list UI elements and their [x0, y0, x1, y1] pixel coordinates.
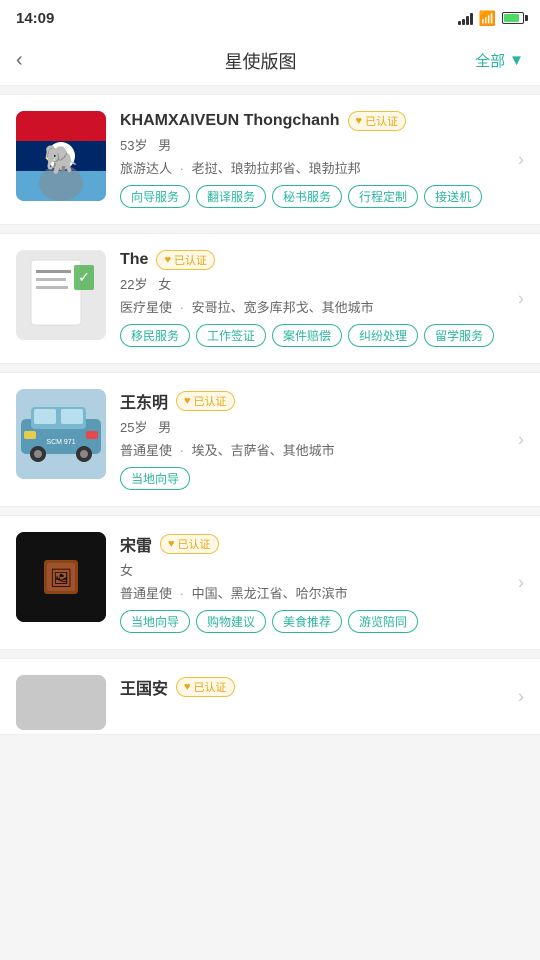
tag: 案件赔偿	[272, 324, 342, 347]
verified-label: 已认证	[178, 536, 211, 552]
name-row: The ♥ 已认证	[120, 250, 524, 270]
user-meta: 25岁 男	[120, 417, 524, 436]
heart-icon: ♥	[184, 681, 191, 693]
user-name: KHAMXAIVEUN Thongchanh	[120, 112, 340, 130]
avatar: SCM 971	[16, 389, 106, 479]
tag: 秘书服务	[272, 185, 342, 208]
card-arrow-icon: ›	[518, 288, 524, 309]
svg-text:✓: ✓	[78, 269, 90, 285]
tag: 纠纷处理	[348, 324, 418, 347]
verified-badge: ♥ 已认证	[160, 534, 219, 554]
tags-container: 向导服务 翻译服务 秘书服务 行程定制 接送机	[120, 185, 524, 208]
tag: 购物建议	[196, 610, 266, 633]
avatar: ✓	[16, 250, 106, 340]
filter-arrow-icon: ▼	[509, 52, 524, 69]
page-title: 星使版图	[225, 48, 297, 74]
name-row: 王东明 ♥ 已认证	[120, 389, 524, 413]
heart-icon: ♥	[168, 538, 175, 550]
list-item[interactable]: 🐘 KHAMXAIVEUN Thongchanh ♥ 已认证 53岁 男 旅游达…	[0, 94, 540, 225]
tag: 接送机	[424, 185, 482, 208]
back-button[interactable]: ‹	[16, 49, 46, 72]
tag: 行程定制	[348, 185, 418, 208]
wifi-icon: 📶	[479, 10, 496, 27]
card-content: 王东明 ♥ 已认证 25岁 男 普通星使 · 埃及、吉萨省、其他城市 当地向导	[120, 389, 524, 490]
user-meta: 女	[120, 560, 524, 579]
verified-badge: ♥ 已认证	[348, 111, 407, 131]
user-desc: 普通星使 · 中国、黑龙江省、哈尔滨市	[120, 583, 524, 602]
card-content: The ♥ 已认证 22岁 女 医疗星使 · 安哥拉、宽多库邦戈、其他城市 移民…	[120, 250, 524, 347]
user-name: 王国安	[120, 675, 168, 699]
heart-icon: ♥	[356, 115, 363, 127]
verified-badge: ♥ 已认证	[176, 391, 235, 411]
battery-icon	[502, 12, 524, 24]
name-row: KHAMXAIVEUN Thongchanh ♥ 已认证	[120, 111, 524, 131]
avatar: 🐘	[16, 111, 106, 201]
filter-all-button[interactable]: 全部 ▼	[475, 50, 524, 71]
verified-label: 已认证	[365, 113, 398, 129]
card-arrow-icon: ›	[518, 429, 524, 450]
list-item[interactable]: 🖼 宋雷 ♥ 已认证 女 普通星使 · 中国、黑龙江省、哈尔滨市 当地向导 购物…	[0, 515, 540, 650]
tags-container: 当地向导	[120, 467, 524, 490]
status-bar: 14:09 📶	[0, 0, 540, 36]
user-name: 王东明	[120, 389, 168, 413]
tag: 翻译服务	[196, 185, 266, 208]
name-row: 王国安 ♥ 已认证	[120, 675, 524, 699]
list-item[interactable]: ✓ The ♥ 已认证 22岁 女 医疗星使 · 安哥拉、宽多库邦戈、其他城市 …	[0, 233, 540, 364]
user-name: The	[120, 251, 148, 269]
tag: 向导服务	[120, 185, 190, 208]
tag: 移民服务	[120, 324, 190, 347]
svg-text:🐘: 🐘	[44, 144, 79, 175]
user-desc: 旅游达人 · 老挝、琅勃拉邦省、琅勃拉邦	[120, 158, 524, 177]
tag: 留学服务	[424, 324, 494, 347]
user-desc: 医疗星使 · 安哥拉、宽多库邦戈、其他城市	[120, 297, 524, 316]
verified-label: 已认证	[194, 679, 227, 695]
status-icons: 📶	[458, 10, 524, 27]
card-arrow-icon: ›	[518, 686, 524, 707]
tag: 工作签证	[196, 324, 266, 347]
card-arrow-icon: ›	[518, 572, 524, 593]
card-content: 王国安 ♥ 已认证	[120, 675, 524, 730]
name-row: 宋雷 ♥ 已认证	[120, 532, 524, 556]
tags-container: 移民服务 工作签证 案件赔偿 纠纷处理 留学服务	[120, 324, 524, 347]
avatar: 🖼	[16, 532, 106, 622]
user-meta: 53岁 男	[120, 135, 524, 154]
heart-icon: ♥	[184, 395, 191, 407]
tags-container: 当地向导 购物建议 美食推荐 游览陪同	[120, 610, 524, 633]
tag: 游览陪同	[348, 610, 418, 633]
user-meta: 22岁 女	[120, 274, 524, 293]
card-content: KHAMXAIVEUN Thongchanh ♥ 已认证 53岁 男 旅游达人 …	[120, 111, 524, 208]
tag: 当地向导	[120, 610, 190, 633]
list-item[interactable]: 王国安 ♥ 已认证 ›	[0, 658, 540, 735]
svg-text:🖼: 🖼	[50, 568, 73, 588]
user-name: 宋雷	[120, 532, 152, 556]
tag: 美食推荐	[272, 610, 342, 633]
verified-label: 已认证	[174, 252, 207, 268]
svg-text:SCM 971: SCM 971	[46, 439, 75, 446]
filter-all-label: 全部	[475, 50, 505, 71]
verified-badge: ♥ 已认证	[176, 677, 235, 697]
user-desc: 普通星使 · 埃及、吉萨省、其他城市	[120, 440, 524, 459]
verified-badge: ♥ 已认证	[156, 250, 215, 270]
status-time: 14:09	[16, 10, 54, 27]
list-item[interactable]: SCM 971 王东明 ♥ 已认证 25岁 男 普通星使 · 埃及、吉萨省、其他…	[0, 372, 540, 507]
card-arrow-icon: ›	[518, 149, 524, 170]
header: ‹ 星使版图 全部 ▼	[0, 36, 540, 86]
signal-icon	[458, 11, 473, 25]
heart-icon: ♥	[164, 254, 171, 266]
tag: 当地向导	[120, 467, 190, 490]
avatar	[16, 675, 106, 730]
verified-label: 已认证	[194, 393, 227, 409]
card-content: 宋雷 ♥ 已认证 女 普通星使 · 中国、黑龙江省、哈尔滨市 当地向导 购物建议…	[120, 532, 524, 633]
